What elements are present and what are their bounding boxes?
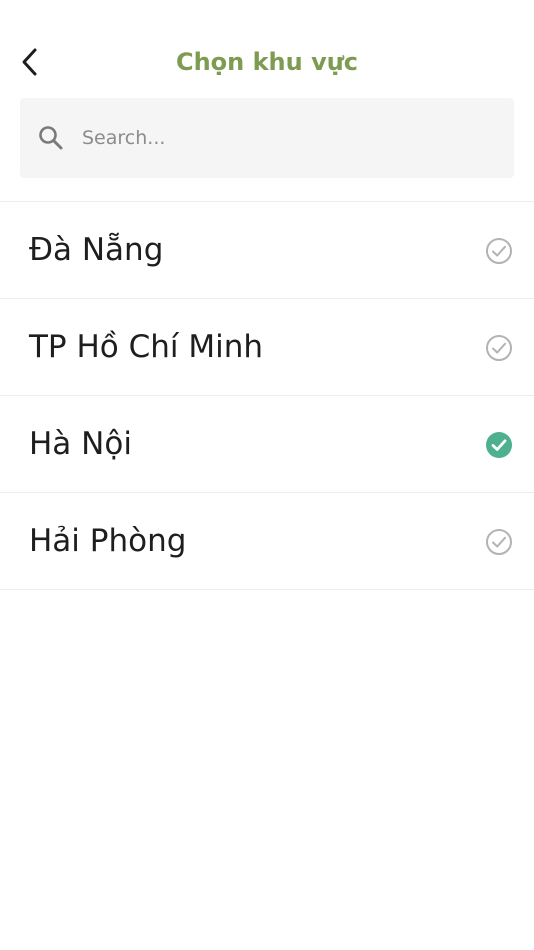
check-circle-icon [486, 335, 512, 361]
region-item-da-nang[interactable]: Đà Nẵng [0, 202, 534, 299]
region-item-tp-ho-chi-minh[interactable]: TP Hồ Chí Minh [0, 299, 534, 396]
header-bar: Chọn khu vực [0, 0, 534, 98]
region-name: Đà Nẵng [29, 232, 164, 268]
region-item-ha-noi[interactable]: Hà Nội [0, 396, 534, 493]
check-circle-icon [486, 238, 512, 264]
region-item-hai-phong[interactable]: Hải Phòng [0, 493, 534, 590]
region-name: Hà Nội [29, 426, 132, 462]
chevron-left-icon [22, 48, 37, 76]
search-icon [39, 126, 63, 150]
search-bar[interactable] [20, 98, 514, 178]
region-name: Hải Phòng [29, 523, 187, 559]
search-input[interactable] [80, 98, 502, 178]
back-button[interactable] [10, 40, 50, 84]
check-circle-icon [486, 529, 512, 555]
region-name: TP Hồ Chí Minh [29, 329, 264, 365]
page-title: Chọn khu vực [175, 48, 359, 76]
check-circle-icon [486, 432, 512, 458]
region-list: Đà Nẵng TP Hồ Chí Minh Hà Nội Hải Phòng [0, 202, 534, 590]
